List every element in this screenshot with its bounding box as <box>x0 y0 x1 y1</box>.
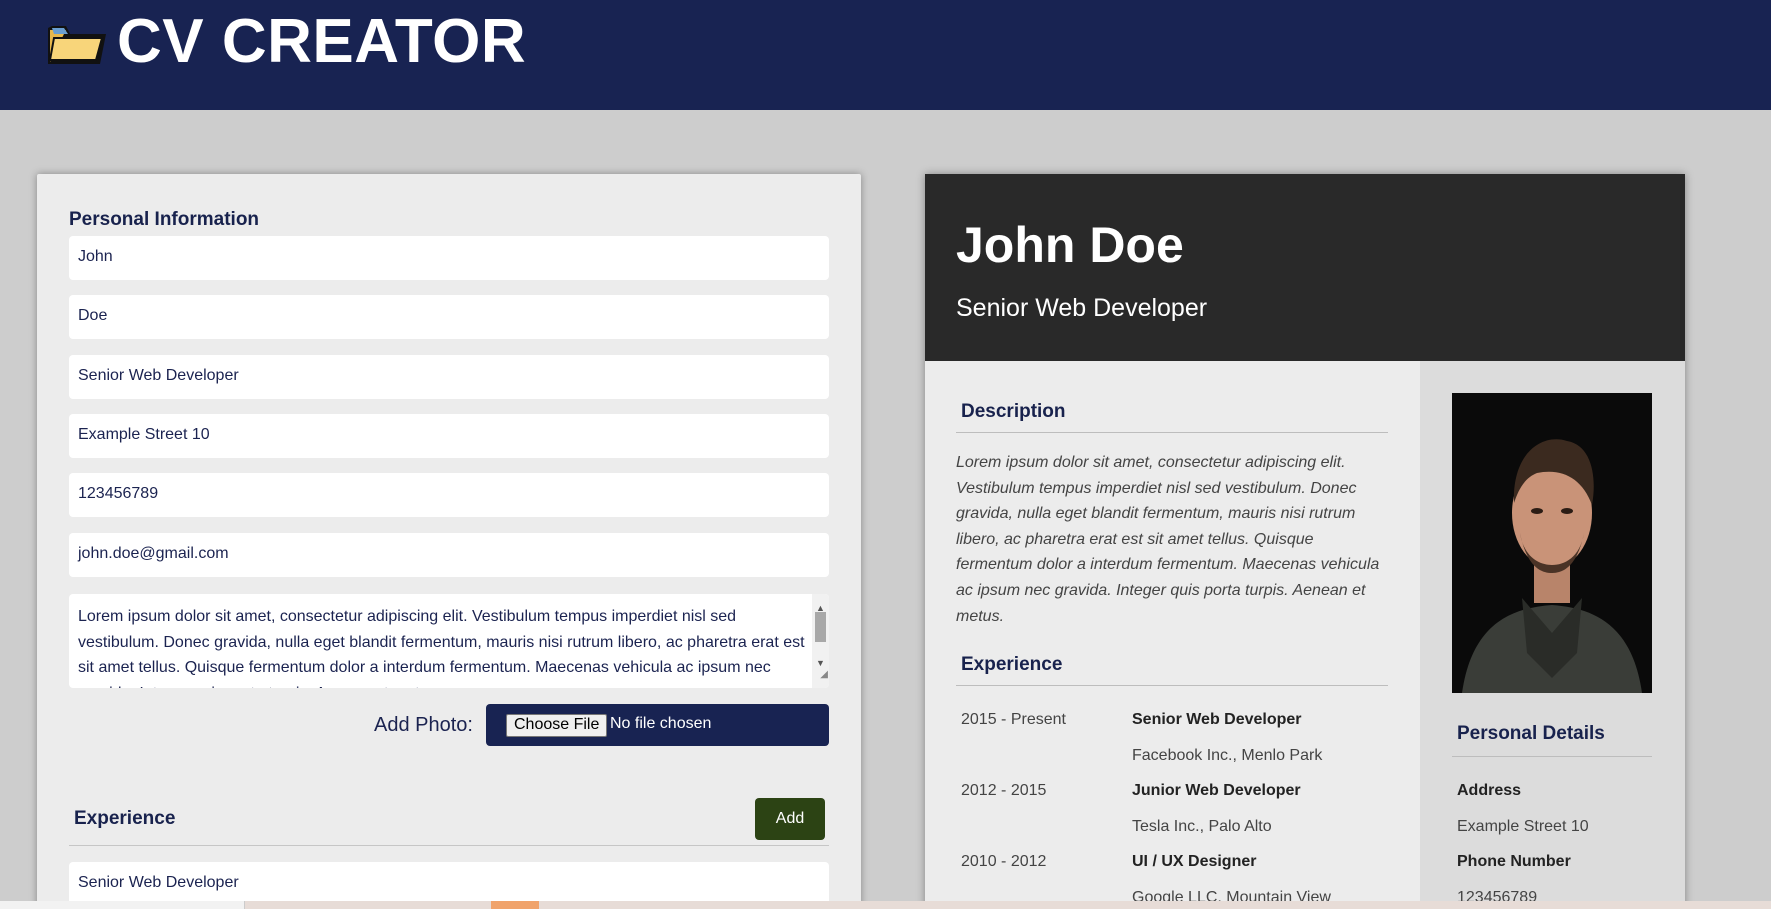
divider <box>69 845 829 846</box>
divider <box>1452 756 1652 757</box>
address-value: Example Street 10 <box>1457 818 1589 835</box>
personal-info-heading: Personal Information <box>69 209 260 230</box>
job-title-input[interactable]: Senior Web Developer <box>69 355 829 399</box>
resize-grip-icon[interactable]: ◢ <box>820 662 828 688</box>
address-label: Address <box>1457 782 1522 799</box>
experience-years: 2015 - Present <box>961 711 1066 728</box>
divider <box>956 432 1388 433</box>
last-name-input[interactable]: Doe <box>69 295 829 339</box>
add-photo-label: Add Photo: <box>374 714 473 736</box>
choose-file-button[interactable]: Choose File <box>506 714 608 737</box>
email-input[interactable]: john.doe@gmail.com <box>69 533 829 577</box>
experience-position-input[interactable]: Senior Web Developer <box>69 862 829 906</box>
description-textarea[interactable]: Lorem ipsum dolor sit amet, consectetur … <box>69 594 829 688</box>
experience-company: Facebook Inc., Menlo Park <box>1132 747 1323 764</box>
experience-company: Tesla Inc., Palo Alto <box>1132 818 1272 835</box>
folder-icon <box>48 26 106 64</box>
experience-position: Senior Web Developer <box>1132 711 1302 728</box>
app-title: CV CREATOR <box>117 7 527 76</box>
cv-name: John Doe <box>956 217 1184 273</box>
personal-details-heading: Personal Details <box>1457 723 1605 744</box>
photo-file-input[interactable]: Choose File No file chosen <box>486 704 829 746</box>
cv-form: Personal Information John Doe Senior Web… <box>37 174 861 909</box>
experience-years: 2010 - 2012 <box>961 853 1047 870</box>
cv-header: John Doe Senior Web Developer <box>925 174 1685 361</box>
experience-years: 2012 - 2015 <box>961 782 1047 799</box>
cv-preview: John Doe Senior Web Developer Descriptio… <box>925 174 1685 909</box>
taskbar-strip <box>0 901 1771 909</box>
divider <box>956 685 1388 686</box>
cv-role: Senior Web Developer <box>956 294 1208 322</box>
cv-description-heading: Description <box>961 401 1066 422</box>
app-header: CV CREATOR <box>0 0 1771 110</box>
taskbar-item[interactable] <box>491 901 539 909</box>
first-name-input[interactable]: John <box>69 236 829 280</box>
portrait-image <box>1452 393 1652 693</box>
phone-label: Phone Number <box>1457 853 1571 870</box>
cv-description: Lorem ipsum dolor sit amet, consectetur … <box>956 454 1380 625</box>
description-text: Lorem ipsum dolor sit amet, consectetur … <box>78 608 805 688</box>
experience-heading: Experience <box>74 808 176 829</box>
scroll-thumb[interactable] <box>815 612 826 642</box>
experience-position: UI / UX Designer <box>1132 853 1257 870</box>
file-status: No file chosen <box>610 715 712 732</box>
address-input[interactable]: Example Street 10 <box>69 414 829 458</box>
cv-experience-heading: Experience <box>961 654 1063 675</box>
profile-photo <box>1452 393 1652 693</box>
experience-position: Junior Web Developer <box>1132 782 1301 799</box>
add-experience-button[interactable]: Add <box>755 798 825 840</box>
taskbar-item[interactable] <box>0 901 245 909</box>
phone-input[interactable]: 123456789 <box>69 473 829 517</box>
